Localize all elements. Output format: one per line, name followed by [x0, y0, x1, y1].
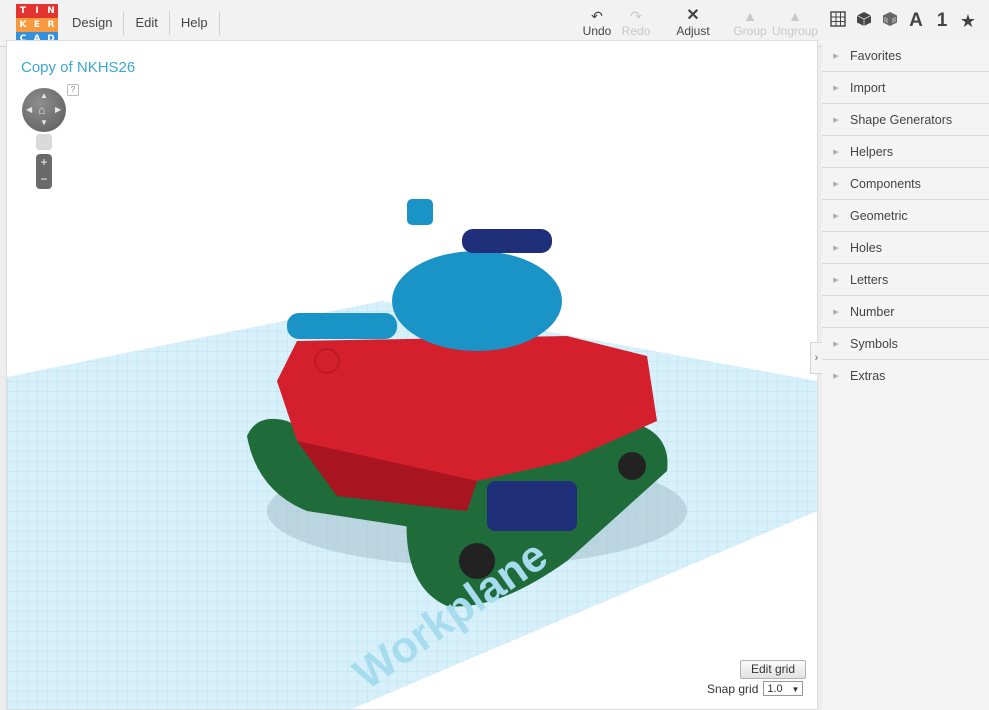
menu-help[interactable]: Help — [170, 11, 220, 35]
logo-letter: R — [44, 18, 58, 32]
orbit-up-icon[interactable]: ▲ — [40, 91, 48, 100]
expand-arrow-icon: ▶ — [833, 180, 839, 188]
view-tools: A 1 ★ — [825, 10, 981, 32]
expand-arrow-icon: ▶ — [833, 244, 839, 252]
orbit-left-icon[interactable]: ◀ — [26, 105, 32, 114]
text-icon[interactable]: A — [903, 10, 929, 32]
undo-label: Undo — [582, 24, 612, 38]
shapes-panel: ▶ Favorites ▶ Import ▶ Shape Generators ▶ He… — [822, 40, 989, 710]
redo-label: Redo — [621, 24, 651, 38]
number-icon[interactable]: 1 — [929, 10, 955, 32]
orbit-right-icon[interactable]: ▶ — [55, 105, 61, 114]
expand-arrow-icon: ▶ — [833, 308, 839, 316]
adjust-icon: ✕ — [686, 7, 700, 24]
redo-icon: ↷ — [630, 8, 642, 24]
orbit-control[interactable]: ▲ ▼ ◀ ▶ ⌂ — [22, 88, 66, 132]
grid-view-icon[interactable] — [825, 10, 851, 32]
logo-letter: E — [30, 18, 44, 32]
expand-arrow-icon: ▶ — [833, 372, 839, 380]
panel-item-label: Number — [850, 304, 895, 319]
expand-arrow-icon: ▶ — [833, 52, 839, 60]
panel-item-number[interactable]: ▶ Number — [822, 296, 989, 328]
group-icon: ▲ — [743, 8, 757, 24]
adjust-button[interactable]: ✕ Adjust — [673, 7, 713, 39]
panel-item-holes[interactable]: ▶ Holes — [822, 232, 989, 264]
panel-item-helpers[interactable]: ▶ Helpers — [822, 136, 989, 168]
orbit-down-icon[interactable]: ▼ — [40, 118, 48, 127]
dropdown-icon: ▼ — [791, 685, 800, 694]
panel-item-label: Shape Generators — [850, 112, 953, 127]
group-label: Group — [733, 24, 767, 38]
ungroup-button[interactable]: ▲ Ungroup — [770, 8, 820, 38]
home-view-icon[interactable]: ⌂ — [38, 103, 45, 117]
undo-button[interactable]: ↶ Undo — [581, 8, 613, 38]
logo-letter: K — [16, 18, 30, 32]
group-button[interactable]: ▲ Group — [731, 8, 769, 38]
panel-item-label: Letters — [850, 272, 889, 287]
ungroup-icon: ▲ — [788, 8, 802, 24]
snap-grid-label: Snap grid — [707, 681, 759, 696]
panel-item-geometric[interactable]: ▶ Geometric — [822, 200, 989, 232]
expand-arrow-icon: ▶ — [833, 84, 839, 92]
panel-item-extras[interactable]: ▶ Extras — [822, 360, 989, 391]
panel-item-label: Helpers — [850, 144, 894, 159]
ungroup-label: Ungroup — [771, 24, 819, 38]
panel-item-label: Import — [850, 80, 886, 95]
panel-item-label: Holes — [850, 240, 882, 255]
nav-help-icon[interactable]: ? — [67, 84, 79, 96]
panel-item-label: Components — [850, 176, 921, 191]
zoom-in-button[interactable]: + — [36, 154, 52, 171]
logo-letter: N — [44, 4, 58, 18]
adjust-label: Adjust — [676, 24, 710, 38]
undo-icon: ↶ — [591, 8, 603, 24]
panel-item-label: Symbols — [850, 336, 898, 351]
expand-arrow-icon: ▶ — [833, 148, 839, 156]
panel-item-letters[interactable]: ▶ Letters — [822, 264, 989, 296]
panel-item-symbols[interactable]: ▶ Symbols — [822, 328, 989, 360]
panel-item-components[interactable]: ▶ Components — [822, 168, 989, 200]
panel-item-label: Extras — [850, 368, 886, 383]
panel-item-favorites[interactable]: ▶ Favorites — [822, 40, 989, 72]
fit-view-button[interactable] — [36, 134, 52, 150]
menu-design[interactable]: Design — [61, 11, 125, 35]
redo-button[interactable]: ↷ Redo — [620, 8, 652, 38]
edit-grid-button[interactable]: Edit grid — [740, 660, 806, 679]
panel-item-import[interactable]: ▶ Import — [822, 72, 989, 104]
menu-edit[interactable]: Edit — [124, 11, 170, 35]
project-title[interactable]: Copy of NKHS26 — [21, 59, 135, 76]
expand-arrow-icon: ▶ — [833, 340, 839, 348]
snap-grid-value: 1.0 — [767, 683, 783, 695]
zoom-out-button[interactable]: − — [36, 171, 52, 188]
solid-box-icon[interactable] — [851, 11, 877, 32]
star-icon[interactable]: ★ — [955, 11, 981, 32]
panel-item-label: Favorites — [850, 48, 902, 63]
panel-item-shape-generators[interactable]: ▶ Shape Generators — [822, 104, 989, 136]
logo-letter: T — [16, 4, 30, 18]
expand-arrow-icon: ▶ — [833, 212, 839, 220]
snap-grid-control: Snap grid 1.0 ▼ — [707, 681, 804, 696]
wire-box-icon[interactable] — [877, 11, 903, 32]
expand-arrow-icon: ▶ — [833, 116, 839, 124]
logo-letter: I — [30, 4, 44, 18]
workplane-viewport[interactable]: Workplane Copy of NKHS26 — [6, 40, 818, 710]
expand-arrow-icon: ▶ — [833, 276, 839, 284]
snap-grid-select[interactable]: 1.0 ▼ — [763, 681, 804, 696]
zoom-control: + − — [36, 154, 52, 189]
scene-canvas[interactable]: Workplane — [7, 41, 817, 709]
panel-item-label: Geometric — [850, 208, 908, 223]
